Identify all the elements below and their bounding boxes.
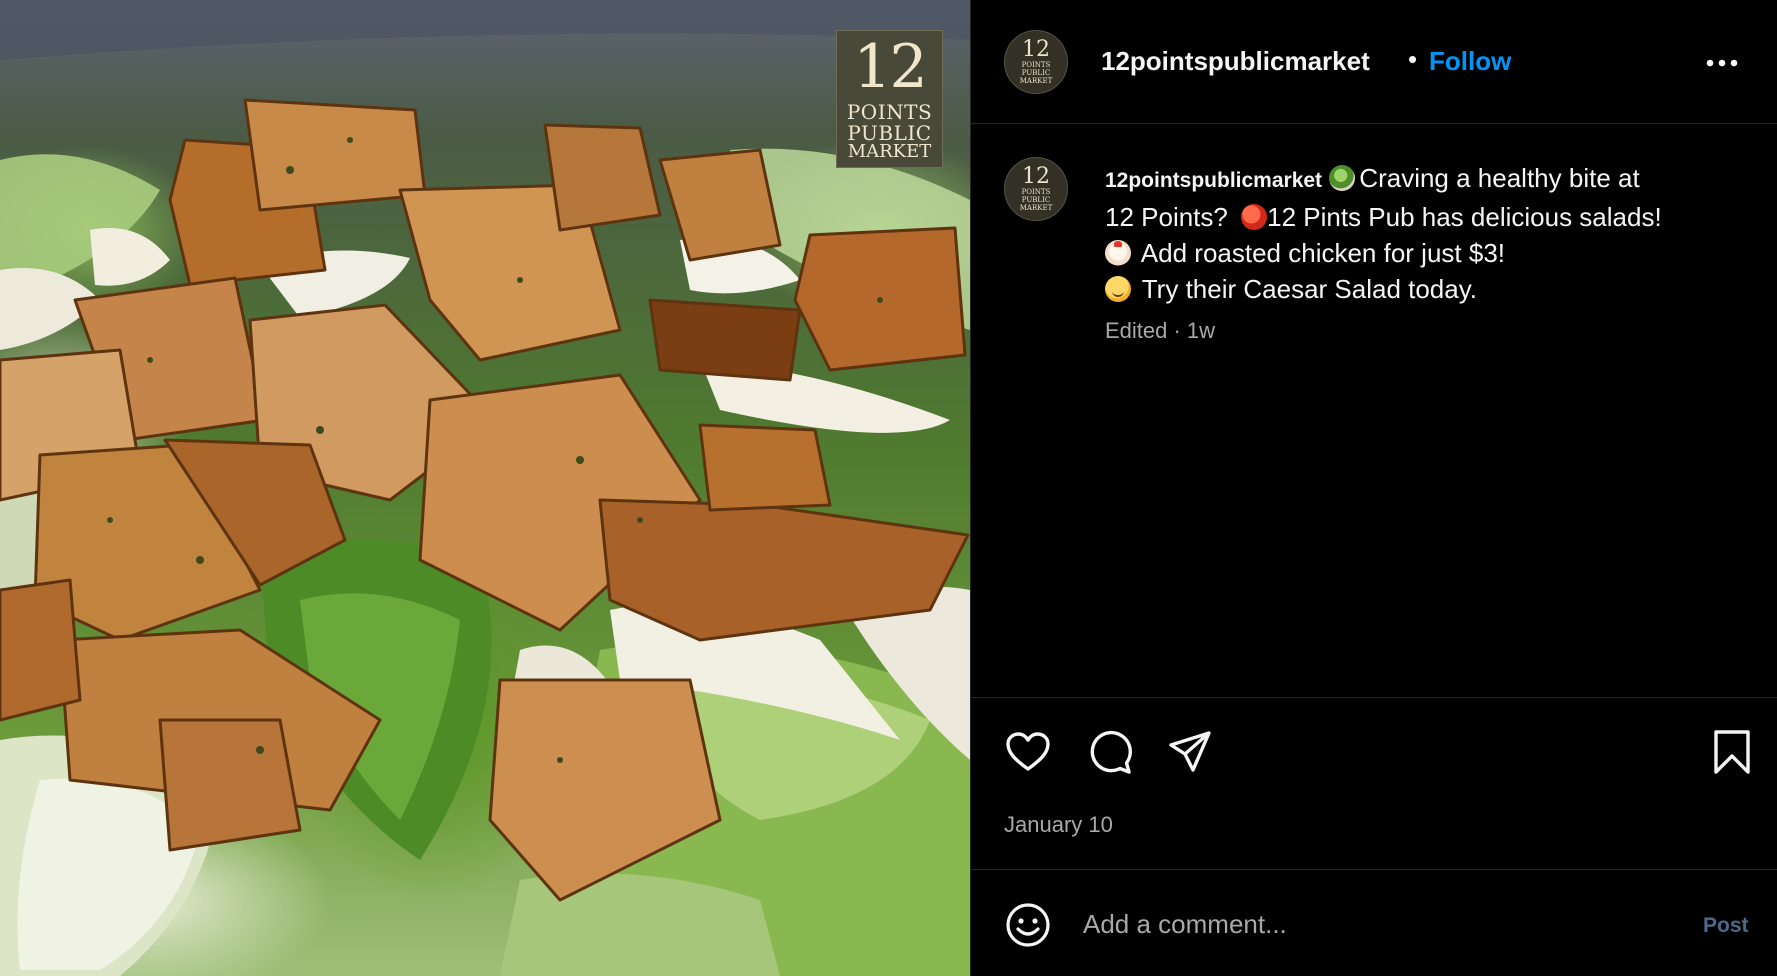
chicken-emoji-icon xyxy=(1105,240,1131,266)
header-separator: • xyxy=(1408,44,1418,74)
brand-logo: 12 POINTS PUBLIC MARKET xyxy=(836,30,943,168)
follow-button[interactable]: Follow xyxy=(1429,46,1511,77)
more-options-icon[interactable] xyxy=(1703,48,1741,78)
avatar[interactable]: 12 POINTS PUBLIC MARKET xyxy=(1004,30,1068,94)
caption-line: Try their Caesar Salad today. xyxy=(1141,274,1478,304)
tomato-emoji-icon xyxy=(1241,204,1268,230)
post-header: 12 POINTS PUBLIC MARKET 12pointspublicma… xyxy=(971,0,1777,124)
post-caption: 12pointspublicmarket Craving a healthy b… xyxy=(1105,160,1745,307)
bookmark-icon[interactable] xyxy=(1708,728,1756,776)
salad-emoji-icon xyxy=(1329,165,1356,191)
heart-icon[interactable] xyxy=(1004,728,1052,776)
emoji-icon[interactable] xyxy=(1004,901,1052,949)
caption-avatar[interactable]: 12 POINTS PUBLIC MARKET xyxy=(1004,157,1068,221)
caption-line: 12 Pints Pub has delicious salads! xyxy=(1267,202,1662,232)
share-icon[interactable] xyxy=(1166,728,1214,776)
post-photo[interactable]: 12 POINTS PUBLIC MARKET xyxy=(0,0,970,976)
comment-icon[interactable] xyxy=(1086,728,1134,776)
caption-username-link[interactable]: 12pointspublicmarket xyxy=(1105,169,1322,192)
post-actions: January 10 xyxy=(971,697,1777,870)
caption-line: 12 Points? xyxy=(1105,202,1228,232)
post-date: January 10 xyxy=(1004,812,1113,837)
caption-line: Craving a healthy bite at xyxy=(1359,163,1640,193)
salad-illustration xyxy=(0,0,970,976)
yum-face-emoji-icon xyxy=(1105,276,1131,302)
caption-line: Add roasted chicken for just $3! xyxy=(1140,238,1505,268)
comment-input[interactable] xyxy=(1083,900,1603,948)
post-comment-button[interactable]: Post xyxy=(1703,914,1749,938)
caption-edited-timestamp: Edited · 1w xyxy=(1105,318,1216,343)
header-username-link[interactable]: 12pointspublicmarket xyxy=(1101,46,1370,77)
post-details-panel: 12 POINTS PUBLIC MARKET 12pointspublicma… xyxy=(970,0,1777,976)
comment-composer: Post xyxy=(971,870,1777,976)
